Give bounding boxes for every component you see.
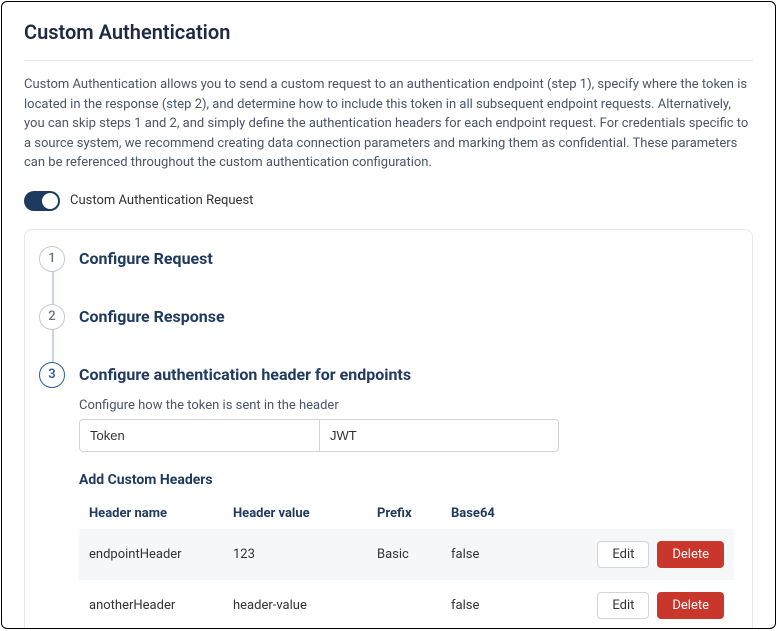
cell-name: endpointHeader (89, 547, 229, 562)
cell-prefix: Basic (377, 547, 447, 562)
col-header-name: Header name (89, 506, 229, 521)
cell-value: 123 (233, 547, 373, 562)
step-configure-auth-header: 3 Configure authentication header for en… (25, 346, 752, 630)
col-header-prefix: Prefix (377, 506, 447, 521)
col-header-base64: Base64 (451, 506, 561, 521)
delete-button[interactable]: Delete (657, 592, 724, 619)
toggle-knob (42, 193, 58, 209)
delete-button[interactable]: Delete (657, 541, 724, 568)
token-header-name-input[interactable] (79, 419, 319, 452)
header-input-row (79, 419, 734, 452)
step-title-3: Configure authentication header for endp… (79, 362, 734, 388)
step-badge-3: 3 (39, 362, 65, 388)
cell-base64: false (451, 547, 561, 562)
table-header-row: Header name Header value Prefix Base64 (79, 498, 734, 529)
step-subtext-3: Configure how the token is sent in the h… (79, 398, 734, 413)
steps-card: 1 Configure Request 2 Configure Response… (24, 229, 753, 630)
table-row: anotherHeader header-value false Edit De… (79, 580, 734, 630)
step-configure-response[interactable]: 2 Configure Response (25, 288, 752, 346)
description-text: Custom Authentication allows you to send… (24, 75, 753, 173)
step-title-1: Configure Request (79, 246, 213, 272)
page-title: Custom Authentication (24, 20, 753, 44)
custom-auth-toggle[interactable] (24, 191, 60, 211)
step-badge-1: 1 (39, 246, 65, 272)
edit-button[interactable]: Edit (597, 541, 649, 568)
cell-value: header-value (233, 598, 373, 613)
col-header-value: Header value (233, 506, 373, 521)
step-configure-request[interactable]: 1 Configure Request (25, 230, 752, 288)
step-title-2: Configure Response (79, 304, 225, 330)
token-header-value-input[interactable] (319, 419, 559, 452)
table-row: endpointHeader 123 Basic false Edit Dele… (79, 529, 734, 580)
cell-base64: false (451, 598, 561, 613)
divider (24, 60, 753, 61)
add-custom-headers-title: Add Custom Headers (79, 472, 734, 488)
step-badge-2: 2 (39, 304, 65, 330)
custom-headers-table: Header name Header value Prefix Base64 e… (79, 498, 734, 630)
toggle-label: Custom Authentication Request (70, 193, 253, 208)
toggle-row: Custom Authentication Request (24, 191, 753, 211)
edit-button[interactable]: Edit (597, 592, 649, 619)
cell-name: anotherHeader (89, 598, 229, 613)
